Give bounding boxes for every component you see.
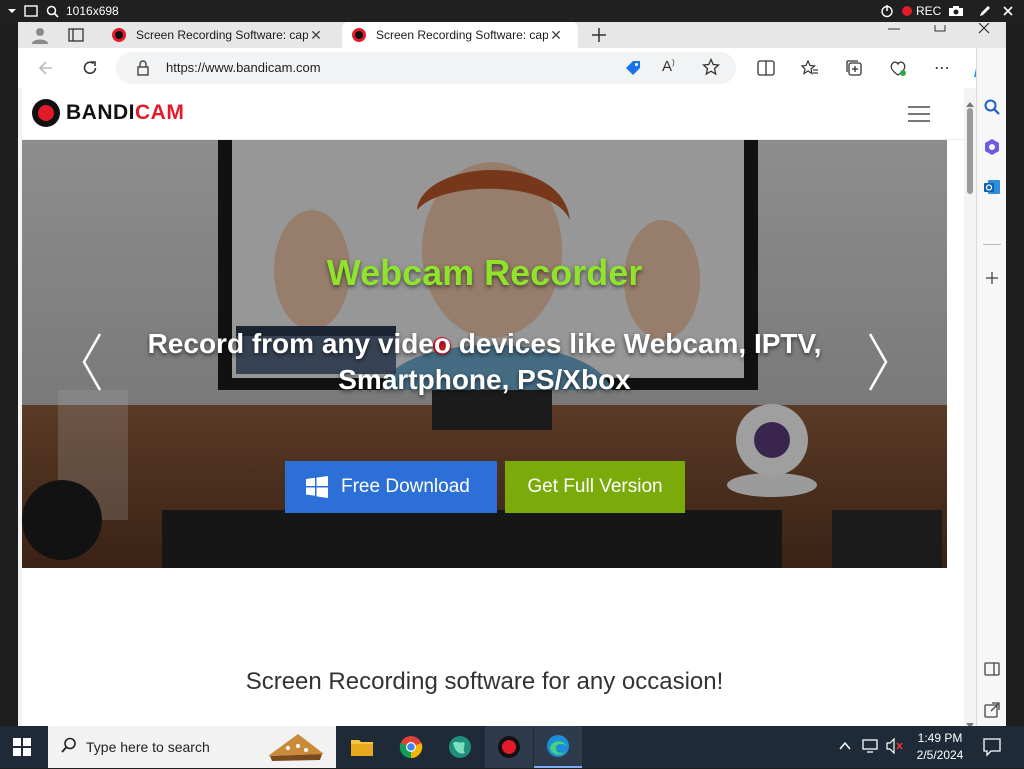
bandicam-logo-icon <box>32 99 60 127</box>
open-in-new-window-icon[interactable] <box>984 702 1000 723</box>
browser-essentials-icon[interactable] <box>886 56 910 80</box>
edge-sidebar <box>976 48 1006 726</box>
search-highlight-image-icon <box>264 730 328 764</box>
coupon-tag-icon[interactable] <box>624 59 642 82</box>
back-icon[interactable] <box>34 56 58 80</box>
green-globe-app-icon[interactable] <box>436 726 484 768</box>
tab-strip: Screen Recording Software: capt ✕ Screen… <box>18 22 1006 48</box>
hero-subtitle: Record from any video devices like Webca… <box>22 326 947 398</box>
sidebar-divider <box>983 244 1001 245</box>
browser-window: Screen Recording Software: capt ✕ Screen… <box>18 22 1006 726</box>
bandicam-app-icon[interactable] <box>485 726 533 768</box>
read-aloud-icon[interactable]: A) <box>662 58 675 75</box>
new-tab-icon[interactable] <box>588 24 610 46</box>
rec-label: REC <box>916 4 942 18</box>
network-icon[interactable] <box>862 738 880 759</box>
url-text[interactable]: https://www.bandicam.com <box>166 60 321 75</box>
tab-actions-icon[interactable] <box>68 27 86 43</box>
sidebar-add-icon[interactable] <box>984 270 1000 291</box>
close-tab-icon[interactable]: ✕ <box>548 27 564 44</box>
pen-icon[interactable] <box>978 0 992 22</box>
collections-icon[interactable] <box>842 56 866 80</box>
search-icon[interactable] <box>46 0 59 22</box>
logo-text-cam: CAM <box>135 101 185 124</box>
tab-title: Screen Recording Software: capt <box>376 28 548 42</box>
taskbar-search-placeholder: Type here to search <box>86 739 210 755</box>
page-scrollbar[interactable] <box>964 88 976 726</box>
scroll-down-arrow-icon[interactable] <box>966 716 974 726</box>
recorder-toolbar: 1016x698 REC <box>0 0 1024 22</box>
chrome-icon[interactable] <box>387 726 435 768</box>
hero-subtitle-line-2: Smartphone, PS/Xbox <box>338 364 631 395</box>
minimize-icon[interactable] <box>884 22 904 32</box>
tab-2[interactable]: Screen Recording Software: capt ✕ <box>342 22 578 48</box>
lock-icon[interactable] <box>136 60 150 81</box>
split-screen-icon[interactable] <box>754 56 778 80</box>
file-explorer-icon[interactable] <box>338 726 386 768</box>
taskbar-clock[interactable]: 1:49 PM 2/5/2024 <box>910 730 970 764</box>
free-download-label: Free Download <box>341 476 470 497</box>
volume-muted-icon[interactable] <box>886 737 904 759</box>
sidebar-outlook-icon[interactable] <box>983 178 1001 201</box>
favorites-icon[interactable] <box>798 56 822 80</box>
window-close-icon[interactable] <box>974 22 994 34</box>
section-heading: Screen Recording software for any occasi… <box>245 668 724 695</box>
edge-app-icon[interactable] <box>534 726 582 768</box>
close-icon[interactable] <box>1002 0 1014 22</box>
taskbar-search-icon <box>60 736 78 759</box>
close-tab-icon[interactable]: ✕ <box>308 27 324 44</box>
free-download-button[interactable]: Free Download <box>285 461 497 513</box>
windows-logo-icon <box>305 475 329 499</box>
tab-1[interactable]: Screen Recording Software: capt ✕ <box>104 22 340 48</box>
power-icon[interactable] <box>880 0 894 22</box>
logo-text-bandi: BANDI <box>66 101 135 124</box>
camera-icon[interactable] <box>948 0 964 22</box>
windows-taskbar: Type here to search 1:49 PM 2/5/2024 <box>0 726 1024 768</box>
bandicam-favicon-icon <box>352 28 366 42</box>
rec-dot-icon <box>902 6 912 16</box>
refresh-icon[interactable] <box>78 56 102 80</box>
get-full-version-button[interactable]: Get Full Version <box>505 461 685 513</box>
address-toolbar: https://www.bandicam.com A) ⋯ <box>18 48 1006 88</box>
show-hidden-icons-chevron-icon[interactable] <box>838 739 852 758</box>
sidebar-toggle-icon[interactable] <box>984 662 1000 681</box>
start-button-icon[interactable] <box>12 737 32 762</box>
sidebar-office-icon[interactable] <box>983 138 1001 161</box>
get-full-version-label: Get Full Version <box>527 476 663 497</box>
clock-date: 2/5/2024 <box>916 748 964 762</box>
scrollbar-thumb[interactable] <box>967 108 973 194</box>
notifications-icon[interactable] <box>982 737 1002 762</box>
favorite-star-icon[interactable] <box>701 57 721 81</box>
sidebar-search-icon[interactable] <box>983 98 1001 121</box>
taskbar-search-box[interactable]: Type here to search <box>48 726 336 768</box>
rec-indicator[interactable]: REC <box>902 0 941 22</box>
dropdown-icon[interactable] <box>6 0 18 22</box>
address-bar[interactable]: https://www.bandicam.com A) <box>116 52 736 84</box>
hamburger-menu-icon[interactable] <box>906 104 932 124</box>
bandicam-favicon-icon <box>112 28 126 42</box>
site-header: BANDI CAM <box>22 88 964 140</box>
web-page: BANDI CAM Webcam Recorder Record from an… <box>22 88 964 726</box>
hero-slider: Webcam Recorder Record from any video de… <box>22 140 947 568</box>
more-options-icon[interactable]: ⋯ <box>930 56 954 80</box>
hero-subtitle-line-1: Record from any video devices like Webca… <box>147 328 822 359</box>
bandicam-logo[interactable]: BANDI CAM <box>32 99 184 127</box>
profile-icon[interactable] <box>30 25 50 45</box>
tab-title: Screen Recording Software: capt <box>136 28 308 42</box>
maximize-icon[interactable] <box>930 22 950 32</box>
clock-time: 1:49 PM <box>917 731 963 745</box>
hero-title: Webcam Recorder <box>326 252 643 293</box>
recording-resolution: 1016x698 <box>66 4 119 18</box>
window-icon[interactable] <box>24 0 38 22</box>
